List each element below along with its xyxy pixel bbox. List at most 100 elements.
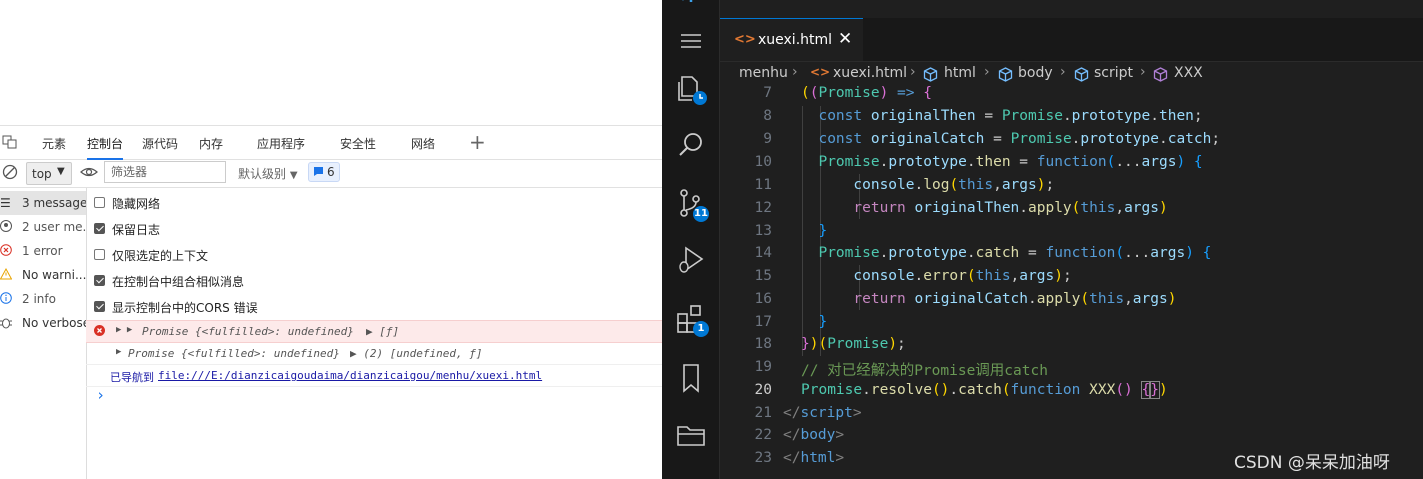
log-levels-dropdown[interactable]: 默认级别 ▼ <box>238 165 298 182</box>
line-number: 15 <box>754 268 772 284</box>
breadcrumb-item[interactable]: script <box>1094 65 1133 81</box>
console-settings: 隐藏网络 保留日志 仅限选定的上下文 在控制台中组合相似消息 显示控制台中的CO… <box>86 188 662 318</box>
context-value: top <box>32 167 52 181</box>
code-editor[interactable]: 7 8 9 10 11 12 13 14 15 16 17 18 19 20 2… <box>720 84 1423 479</box>
code-line-21: </script> <box>783 405 862 421</box>
code-line-7: ((Promise) => { <box>801 85 932 101</box>
sidebar-item-warnings[interactable]: No warni... <box>0 263 86 287</box>
setting-label: 仅限选定的上下文 <box>112 249 209 263</box>
watermark: CSDN @呆呆加油呀 <box>1234 453 1390 473</box>
sidebar-item-verbose[interactable]: No verbose <box>0 311 86 335</box>
tab-network[interactable]: 网络 <box>411 135 435 152</box>
code-line-10: Promise.prototype.then = function(...arg… <box>818 154 1203 170</box>
chevron-right-icon: › <box>910 64 916 80</box>
breadcrumb-item[interactable]: XXX <box>1174 65 1203 81</box>
line-number: 12 <box>754 200 772 216</box>
code-line-17: } <box>818 314 828 330</box>
chevron-right-icon: › <box>1140 64 1146 80</box>
setting-label: 在控制台中组合相似消息 <box>112 275 245 289</box>
expand-arrow-icon[interactable]: ▶ ▶ <box>116 325 132 335</box>
sidebar-item-label: 2 user me... <box>22 220 86 234</box>
code-line-8: const originalThen = Promise.prototype.t… <box>818 108 1203 124</box>
dock-toggle-icon[interactable] <box>2 135 18 152</box>
devtools-tab-bar: 元素 控制台 源代码 内存 应用程序 安全性 网络 + <box>0 125 662 160</box>
add-tab-icon[interactable]: + <box>469 130 486 154</box>
tab-console[interactable]: 控制台 <box>87 135 124 160</box>
checkbox[interactable] <box>94 275 105 286</box>
code-line-16: return originalCatch.apply(this,args) <box>853 291 1177 307</box>
clear-console-icon[interactable] <box>2 164 18 183</box>
log-text: Promise {<fulfilled>: undefined} <box>142 325 354 338</box>
log-levels-label: 默认级别 <box>238 167 287 181</box>
tab-security[interactable]: 安全性 <box>340 135 376 152</box>
filter-input[interactable]: 筛选器 <box>104 161 226 183</box>
code-line-13: } <box>818 223 828 239</box>
code-line-23: </html> <box>783 450 845 466</box>
checkbox[interactable] <box>94 223 105 234</box>
code-line-18: })(Promise); <box>801 336 906 352</box>
sidebar-item-label: 1 error <box>22 244 63 258</box>
breadcrumb: menhu › <> xuexi.html › html › body › sc… <box>720 62 1423 86</box>
checkbox[interactable] <box>94 249 105 260</box>
checkbox[interactable] <box>94 197 105 208</box>
html-file-icon: <> <box>810 65 831 79</box>
bookmark-icon[interactable] <box>674 361 708 395</box>
sidebar-item-messages[interactable]: ☰ 3 messages <box>0 191 86 215</box>
folder-icon[interactable] <box>674 418 708 452</box>
line-number: 23 <box>754 450 772 466</box>
breadcrumb-item[interactable]: html <box>944 65 976 81</box>
tab-elements[interactable]: 元素 <box>42 135 66 152</box>
issues-badge[interactable]: 6 <box>308 162 340 182</box>
html-file-icon: <> <box>734 32 756 47</box>
menu-icon[interactable] <box>674 24 708 58</box>
chevron-down-icon: ▼ <box>57 166 65 177</box>
error-icon <box>0 244 12 259</box>
breadcrumb-item[interactable]: xuexi.html <box>833 65 907 81</box>
expand-arrow-icon[interactable]: ▶ <box>116 347 121 357</box>
message-icon <box>313 166 324 180</box>
warning-icon <box>0 267 13 283</box>
line-number: 19 <box>754 359 772 375</box>
log-extra: ▶ [ƒ] <box>366 325 400 338</box>
tab-memory[interactable]: 内存 <box>199 135 223 152</box>
info-icon <box>0 292 12 307</box>
code-line-15: console.error(this,args); <box>853 268 1072 284</box>
editor-tab-xuexi[interactable]: <> xuexi.html ✕ <box>720 18 863 61</box>
tab-application[interactable]: 应用程序 <box>257 135 305 152</box>
setting-label: 显示控制台中的CORS 错误 <box>112 301 258 315</box>
sidebar-item-user-messages[interactable]: 2 user me... <box>0 215 86 239</box>
run-debug-icon[interactable] <box>674 243 708 277</box>
vscode-window: 11 1 <> xuexi.html ✕ menhu › <> xuexi.ht… <box>662 0 1423 479</box>
console-toolbar: top ▼ 筛选器 默认级别 ▼ 6 <box>0 159 662 188</box>
nav-text: 已导航到 <box>110 371 154 384</box>
console-message-navigation: 已导航到 file:///E:/dianzicaigoudaima/dianzi… <box>86 365 662 387</box>
tab-sources[interactable]: 源代码 <box>142 135 178 152</box>
sidebar-item-info[interactable]: 2 info <box>0 287 86 311</box>
breadcrumb-item[interactable]: menhu <box>739 65 788 81</box>
close-icon[interactable]: ✕ <box>838 29 852 49</box>
code-line-11: console.log(this,args); <box>853 177 1055 193</box>
setting-label: 隐藏网络 <box>112 197 161 211</box>
log-extra: ▶ (2) [undefined, ƒ] <box>350 347 483 360</box>
console-message-log[interactable]: ▶ Promise {<fulfilled>: undefined} ▶ (2)… <box>86 343 662 365</box>
search-icon[interactable] <box>674 128 708 162</box>
console-message-error[interactable]: ▶ ▶ Promise {<fulfilled>: undefined} ▶ [… <box>86 320 662 343</box>
line-number: 8 <box>763 108 772 124</box>
chevron-down-icon: ▼ <box>289 170 298 181</box>
nav-link[interactable]: file:///E:/dianzicaigoudaima/dianzicaigo… <box>158 369 542 382</box>
scm-badge: 11 <box>693 206 709 222</box>
error-icon <box>94 325 105 339</box>
bug-icon <box>0 316 12 332</box>
context-selector[interactable]: top ▼ <box>26 162 72 185</box>
console-prompt[interactable]: › <box>96 386 105 404</box>
user-icon <box>0 220 12 235</box>
code-line-20: Promise.resolve().catch(function XXX() {… <box>801 381 1168 399</box>
sidebar-item-errors[interactable]: 1 error <box>0 239 86 263</box>
eye-icon[interactable] <box>80 164 98 183</box>
explorer-icon[interactable] <box>674 72 708 106</box>
checkbox[interactable] <box>94 301 105 312</box>
sidebar-item-label: 2 info <box>22 292 56 306</box>
breadcrumb-item[interactable]: body <box>1018 65 1053 81</box>
code-line-14: Promise.prototype.catch = function(...ar… <box>818 245 1212 261</box>
extensions-badge: 1 <box>693 321 709 337</box>
